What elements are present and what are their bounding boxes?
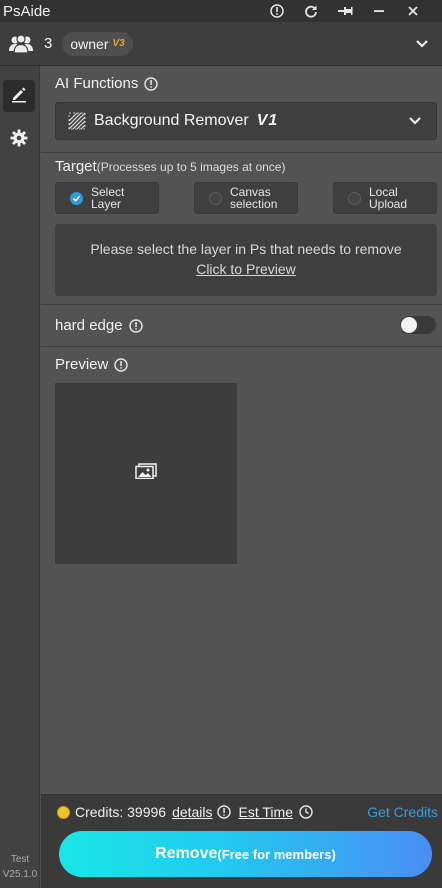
title-bar-controls (260, 0, 442, 22)
preview-label: Preview (55, 356, 109, 373)
info-icon[interactable] (260, 0, 294, 22)
details-link[interactable]: details (172, 804, 212, 820)
selected-function: Background Remover (94, 112, 249, 129)
preview-heading: Preview (55, 356, 129, 373)
target-option-label: Select Layer (91, 185, 125, 211)
remove-button-sublabel: (Free for members) (217, 846, 336, 862)
image-icon (135, 463, 157, 484)
remove-button[interactable]: Remove (Free for members) (59, 831, 432, 877)
toggle-knob (401, 317, 417, 333)
info-icon[interactable] (144, 76, 159, 91)
clock-icon[interactable] (299, 805, 313, 819)
target-option-select-layer[interactable]: Select Layer (55, 182, 159, 214)
divider (41, 346, 442, 347)
role-version: V3 (112, 38, 125, 49)
chevron-down-icon[interactable] (412, 34, 432, 54)
target-option-canvas-selection[interactable]: Canvas selection (194, 182, 298, 214)
user-bar: 3 owner V3 (0, 22, 442, 66)
radio-checked-icon (70, 191, 83, 205)
info-icon[interactable] (128, 318, 143, 333)
ai-functions-label: AI Functions (55, 75, 139, 92)
divider (41, 152, 442, 153)
coin-icon (57, 805, 70, 819)
pencil-icon (10, 85, 28, 108)
version-number: V25.1.0 (2, 869, 38, 880)
main-panel: AI Functions Background Remover V1 Targe… (41, 66, 442, 888)
sidebar: Test V25.1.0 (0, 66, 40, 888)
target-option-local-upload[interactable]: Local Upload (333, 182, 437, 214)
ai-functions-heading: AI Functions (55, 75, 159, 92)
remove-button-label: Remove (155, 845, 218, 862)
target-notice: Please select the layer in Ps that needs… (55, 224, 437, 296)
preview-area[interactable] (55, 383, 237, 564)
hard-edge-toggle[interactable] (400, 316, 436, 334)
radio-icon (348, 191, 361, 205)
app-title: PsAide (3, 2, 51, 20)
role-badge: owner V3 (62, 31, 133, 56)
pin-icon[interactable] (328, 0, 362, 22)
get-credits-link[interactable]: Get Credits (367, 804, 438, 820)
est-time-link[interactable]: Est Time (239, 804, 293, 820)
hatch-icon (68, 112, 86, 130)
target-notice-text: Please select the layer in Ps that needs… (90, 241, 402, 257)
minimize-icon[interactable] (362, 0, 396, 22)
target-option-label: Canvas selection (230, 185, 278, 211)
target-label: Target (55, 158, 97, 175)
hard-edge-heading: hard edge (55, 317, 143, 334)
sidebar-item-edit[interactable] (3, 80, 35, 112)
divider (41, 304, 442, 305)
close-icon[interactable] (396, 0, 430, 22)
refresh-icon[interactable] (294, 0, 328, 22)
info-icon[interactable] (114, 357, 129, 372)
click-to-preview-link[interactable]: Click to Preview (196, 261, 296, 277)
gear-icon (10, 129, 28, 152)
role-label: owner (70, 35, 109, 52)
hard-edge-label: hard edge (55, 317, 123, 334)
chevron-down-icon (406, 112, 424, 130)
user-count: 3 (44, 35, 53, 52)
target-heading: Target(Processes up to 5 images at once) (55, 158, 285, 176)
users-icon (8, 32, 34, 56)
ai-function-select[interactable]: Background Remover V1 (55, 102, 437, 140)
target-hint: (Processes up to 5 images at once) (96, 160, 286, 174)
target-option-label: Local Upload (369, 185, 408, 211)
radio-icon (209, 191, 222, 205)
credits-balance: Credits: 39996 (75, 804, 167, 820)
sidebar-item-settings[interactable] (3, 124, 35, 156)
selected-function-version: V1 (256, 112, 279, 129)
credits-row: Credits: 39996 details Est Time Get Cred… (57, 804, 438, 820)
info-icon[interactable] (216, 805, 231, 819)
title-bar: PsAide (0, 0, 442, 22)
footer: Credits: 39996 details Est Time Get Cred… (41, 794, 442, 888)
version-label: Test (10, 854, 30, 865)
